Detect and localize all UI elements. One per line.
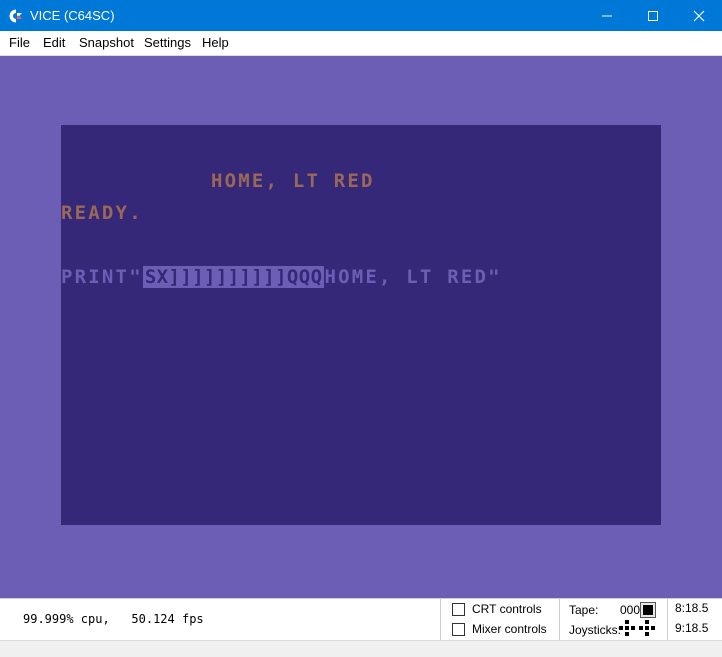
crt-controls-checkbox[interactable] [452, 602, 465, 616]
title-bar: VICE (C64SC) [0, 0, 722, 31]
emulator-display[interactable]: HOME, LT RED READY. PRINT" SX]]]]]]]]]]QQ… [0, 56, 722, 598]
window-bottom-edge [0, 640, 722, 657]
crt-controls-toggle[interactable]: CRT controls [452, 602, 542, 616]
drive-9-status[interactable]: 9:18.5 [675, 621, 708, 635]
close-icon [693, 10, 705, 21]
status-divider [440, 599, 441, 641]
screen-line-print: PRINT" SX]]]]]]]]]]QQQ HOME, LT RED" [61, 266, 502, 288]
status-bar: 99.999% cpu, 50.124 fps CRT controls Mix… [0, 598, 722, 641]
fps-readout: 50.124 fps [131, 612, 204, 626]
tape-stop-icon[interactable] [640, 602, 656, 618]
screen-line-ready: READY. [61, 202, 143, 224]
tape-counter: 000 [620, 603, 641, 617]
status-divider [667, 599, 668, 641]
screen-line-home-lt-red: HOME, LT RED [211, 170, 375, 192]
status-divider [559, 599, 560, 641]
menu-help[interactable]: Help [202, 35, 229, 51]
minimize-icon [602, 15, 612, 16]
print-command-suffix: HOME, LT RED" [324, 266, 502, 288]
crt-controls-label: CRT controls [472, 602, 542, 616]
menu-settings[interactable]: Settings [144, 35, 191, 51]
performance-readout: 99.999% cpu, 50.124 fps [23, 612, 204, 626]
print-command-prefix: PRINT" [61, 266, 143, 288]
joystick-indicator-icon [619, 620, 655, 636]
menu-snapshot[interactable]: Snapshot [79, 35, 134, 51]
menu-edit[interactable]: Edit [43, 35, 65, 51]
mixer-controls-label: Mixer controls [472, 622, 547, 636]
window-title: VICE (C64SC) [30, 8, 115, 23]
maximize-button[interactable] [630, 0, 676, 31]
minimize-button[interactable] [584, 0, 630, 31]
drive-8-status[interactable]: 8:18.5 [675, 601, 708, 615]
menu-file[interactable]: File [9, 35, 30, 51]
control-codes-reverse: SX]]]]]]]]]]QQQ [142, 266, 325, 288]
tape-label: Tape: [569, 603, 599, 617]
joysticks-label: Joysticks: [569, 623, 622, 637]
commodore-logo-icon [9, 9, 22, 23]
c64-screen[interactable]: HOME, LT RED READY. PRINT" SX]]]]]]]]]]QQ… [61, 125, 661, 525]
menu-bar: File Edit Snapshot Settings Help [0, 31, 722, 56]
close-button[interactable] [676, 0, 722, 31]
mixer-controls-checkbox[interactable] [452, 622, 465, 636]
cpu-usage: 99.999% cpu, [23, 612, 110, 626]
mixer-controls-toggle[interactable]: Mixer controls [452, 622, 547, 636]
maximize-icon [648, 10, 658, 21]
